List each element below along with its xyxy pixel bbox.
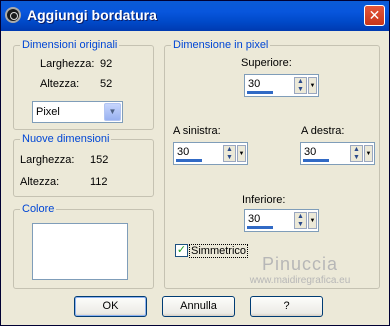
cancel-button[interactable]: Annulla	[162, 296, 235, 317]
top-dropdown-icon[interactable]: ▼	[308, 77, 317, 94]
arrow-up-icon[interactable]: ▲	[295, 213, 306, 221]
close-button[interactable]: ✕	[364, 5, 385, 26]
app-icon	[5, 7, 21, 23]
right-label: A destra:	[301, 125, 345, 137]
left-dropdown-icon[interactable]: ▼	[237, 145, 246, 162]
window-title: Aggiungi bordatura	[27, 7, 157, 23]
new-dimensions-label: Nuove dimensioni	[20, 133, 112, 145]
help-button[interactable]: ?	[250, 296, 323, 317]
left-stepper[interactable]: ▲ ▼	[223, 145, 236, 162]
left-spinner[interactable]: 30 ▲ ▼ ▼	[173, 142, 248, 165]
unit-select-value: Pixel	[36, 106, 60, 118]
bottom-value-bar	[247, 226, 273, 229]
arrow-down-icon[interactable]: ▼	[295, 221, 306, 229]
left-value: 30	[177, 146, 190, 158]
new-width-value: 152	[90, 154, 109, 166]
new-width-label: Larghezza:	[20, 154, 75, 166]
arrow-up-icon[interactable]: ▲	[351, 146, 362, 154]
new-height-label: Altezza:	[20, 176, 60, 188]
arrow-down-icon[interactable]: ▼	[295, 86, 306, 94]
top-value: 30	[248, 78, 261, 90]
watermark-url: www.maidiregrafica.eu	[249, 275, 351, 286]
right-value-bar	[303, 159, 329, 162]
dialog-window: Aggiungi bordatura ✕ Dimensioni original…	[0, 0, 390, 326]
chevron-down-icon[interactable]: ▼	[104, 103, 121, 121]
pixel-dimensions-label: Dimensione in pixel	[171, 39, 271, 51]
right-spinner[interactable]: 30 ▲ ▼ ▼	[300, 142, 375, 165]
bottom-stepper[interactable]: ▲ ▼	[294, 212, 307, 229]
arrow-up-icon[interactable]: ▲	[224, 146, 235, 154]
original-dimensions-label: Dimensioni originali	[20, 39, 120, 51]
title-bar[interactable]: Aggiungi bordatura ✕	[1, 1, 389, 31]
unit-select[interactable]: Pixel ▼	[32, 101, 123, 123]
ok-button[interactable]: OK	[74, 296, 147, 317]
original-width-value: 92	[100, 58, 113, 70]
close-icon: ✕	[368, 7, 381, 23]
original-height-value: 52	[100, 78, 113, 90]
right-dropdown-icon[interactable]: ▼	[364, 145, 373, 162]
top-value-bar	[247, 91, 273, 94]
bottom-label: Inferiore:	[242, 194, 286, 206]
original-height-label: Altezza:	[40, 78, 80, 90]
bottom-spinner[interactable]: 30 ▲ ▼ ▼	[244, 209, 319, 232]
top-label: Superiore:	[241, 57, 292, 69]
bottom-dropdown-icon[interactable]: ▼	[308, 212, 317, 229]
color-label: Colore	[20, 203, 57, 215]
watermark-name: Pinuccia	[261, 254, 339, 274]
left-value-bar	[176, 159, 202, 162]
original-width-label: Larghezza:	[40, 58, 95, 70]
top-stepper[interactable]: ▲ ▼	[294, 77, 307, 94]
arrow-down-icon[interactable]: ▼	[351, 154, 362, 162]
top-spinner[interactable]: 30 ▲ ▼ ▼	[244, 74, 319, 97]
arrow-down-icon[interactable]: ▼	[224, 154, 235, 162]
bottom-value: 30	[248, 213, 261, 225]
arrow-up-icon[interactable]: ▲	[295, 78, 306, 86]
new-height-value: 112	[90, 176, 108, 188]
left-label: A sinistra:	[173, 125, 221, 137]
right-stepper[interactable]: ▲ ▼	[350, 145, 363, 162]
right-value: 30	[304, 146, 317, 158]
